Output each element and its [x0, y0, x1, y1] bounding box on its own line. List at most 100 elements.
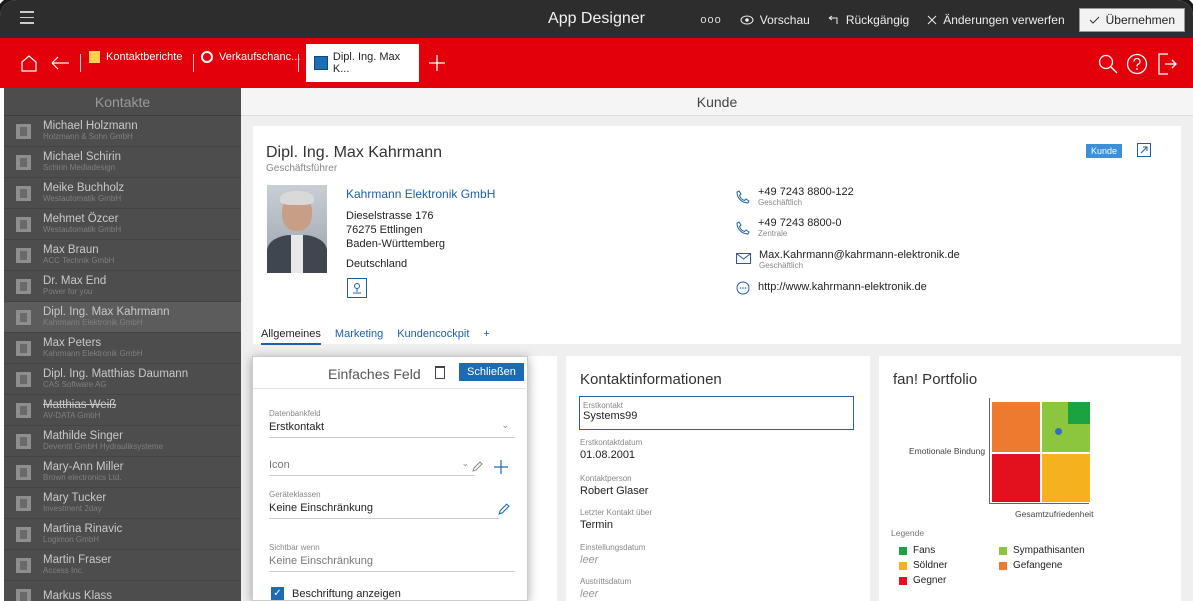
- company-link[interactable]: Kahrmann Elektronik GmbH: [346, 187, 495, 201]
- visible-when-field[interactable]: Sichtbar wenn Keine Einschränkung: [269, 543, 515, 572]
- customer-type-badge[interactable]: Kunde: [1085, 144, 1122, 158]
- discard-button[interactable]: Änderungen verwerfen: [927, 13, 1065, 27]
- contact-name: Dr. Max End: [43, 275, 107, 287]
- tab-kundencockpit[interactable]: Kundencockpit: [397, 328, 469, 345]
- contact-avatar-icon: [16, 123, 31, 139]
- email-address: Max.Kahrmann@kahrmann-elektronik.de: [759, 249, 960, 261]
- preview-button[interactable]: Vorschau: [740, 13, 810, 27]
- back-arrow-icon[interactable]: [50, 56, 70, 70]
- apply-label: Übernehmen: [1105, 13, 1175, 27]
- contact-list-item[interactable]: Meike Buchholz Westautomatik GmbH: [4, 178, 241, 209]
- field-value: Termin: [580, 519, 614, 531]
- tab-active-contact[interactable]: Dipl. Ing. Max K...: [306, 44, 419, 82]
- open-external-icon[interactable]: [1137, 143, 1151, 157]
- breadcrumb-verkaufschance[interactable]: Verkaufschanc...: [201, 51, 300, 63]
- address-city: 76275 Ettlingen: [346, 224, 423, 236]
- contact-name: Martin Fraser: [43, 554, 112, 566]
- add-tab-icon[interactable]: [428, 54, 446, 72]
- email-line[interactable]: Max.Kahrmann@kahrmann-elektronik.de Gesch…: [736, 249, 960, 270]
- legend-label: Gegner: [913, 575, 947, 586]
- address-country: Deutschland: [346, 258, 408, 270]
- titlebar-actions: ooo Vorschau Rückgängig Änderungen verwe…: [682, 8, 1185, 32]
- field-einstellungsdatum[interactable]: Einstellungsdatum leer: [580, 543, 645, 566]
- search-icon[interactable]: [1098, 54, 1118, 74]
- phone-central[interactable]: +49 7243 8800-0 Zentrale: [736, 217, 842, 238]
- checkbox-checked-icon[interactable]: ✓: [271, 587, 284, 600]
- contact-list-item[interactable]: Martin Fraser Access Inc.: [4, 550, 241, 581]
- logout-icon[interactable]: [1157, 53, 1177, 75]
- contact-list-item[interactable]: Mary Tucker Investment 2day: [4, 488, 241, 519]
- contact-list-item[interactable]: Michael Schirin Schirin Mediadesign: [4, 147, 241, 178]
- contact-list-item[interactable]: Mehmet Özcer Westautomatik GmbH: [4, 209, 241, 240]
- device-classes-field[interactable]: Geräteklassen Keine Einschränkung: [269, 490, 499, 519]
- apply-button[interactable]: Übernehmen: [1078, 8, 1185, 32]
- icon-select[interactable]: Icon ⌄: [269, 458, 475, 476]
- address-state: Baden-Württemberg: [346, 238, 446, 250]
- contact-list-item[interactable]: Markus Klass: [4, 581, 241, 601]
- tab-add[interactable]: +: [483, 328, 489, 345]
- contact-list-item[interactable]: Max Peters Kahrmann Elektronik GmbH: [4, 333, 241, 364]
- contact-name: Meike Buchholz: [43, 182, 125, 194]
- show-label-checkbox-row[interactable]: ✓ Beschriftung anzeigen: [271, 587, 401, 600]
- contact-avatar-icon: [16, 495, 31, 511]
- field-erstkontaktdatum[interactable]: Erstkontaktdatum 01.08.2001: [580, 438, 642, 461]
- breadcrumb-kontaktberichte[interactable]: Kontaktberichte: [89, 51, 182, 63]
- contact-list-item[interactable]: Mathilde Singer Deventit GmbH Hydrauliksy…: [4, 426, 241, 457]
- phone-type: Geschäftlich: [758, 198, 803, 207]
- contact-avatar-icon: [16, 340, 31, 356]
- selected-field-erstkontakt[interactable]: Erstkontakt Systems99: [579, 396, 854, 430]
- page-title: Kunde: [241, 88, 1193, 116]
- field-austrittsdatum[interactable]: Austrittsdatum leer: [580, 577, 631, 600]
- phone-business[interactable]: +49 7243 8800-122 Geschäftlich: [736, 186, 854, 207]
- contact-company: ACC Technik GmbH: [43, 256, 115, 265]
- contact-list-item[interactable]: Dipl. Ing. Max Kahrmann Kahrmann Elektron…: [4, 302, 241, 333]
- customer-photo: [267, 185, 327, 273]
- contact-list-item[interactable]: Matthias Weiß AV-DATA GmbH: [4, 395, 241, 426]
- help-icon[interactable]: [1126, 53, 1148, 75]
- home-icon[interactable]: [20, 54, 38, 72]
- contact-avatar-icon: [16, 309, 31, 325]
- legend-label: Sympathisanten: [1013, 545, 1085, 556]
- contact-list-item[interactable]: Dipl. Ing. Matthias Daumann CAS Software …: [4, 364, 241, 395]
- field-kontaktperson[interactable]: Kontaktperson Robert Glaser: [580, 474, 648, 497]
- map-pin-icon[interactable]: [347, 278, 367, 298]
- quadrant-fans: [1068, 402, 1090, 424]
- app-window: App Designer ooo Vorschau Rückgängig Änd…: [0, 0, 1193, 601]
- contact-avatar-icon: [16, 216, 31, 232]
- contact-avatar-icon: [16, 278, 31, 294]
- eye-icon: [740, 15, 754, 25]
- contact-list-item[interactable]: Martina Rinavic Logimon GmbH: [4, 519, 241, 550]
- field-label: Einstellungsdatum: [580, 543, 646, 552]
- field-label: Austrittsdatum: [580, 577, 632, 586]
- trash-icon[interactable]: [435, 366, 445, 379]
- phone-number: +49 7243 8800-0: [758, 217, 842, 229]
- tab-allgemeines[interactable]: Allgemeines: [261, 328, 321, 345]
- more-icon[interactable]: ooo: [700, 14, 721, 26]
- field-editor-popup: Einfaches Feld Schließen Datenbankfeld E…: [252, 356, 529, 601]
- field-letzter-kontakt[interactable]: Letzter Kontakt über Termin: [580, 508, 652, 531]
- undo-label: Rückgängig: [845, 13, 910, 27]
- undo-button[interactable]: Rückgängig: [828, 13, 909, 27]
- contact-company: Kahrmann Elektronik GmbH: [43, 349, 143, 358]
- edit-icon[interactable]: [471, 461, 483, 473]
- checkbox-label: Beschriftung anzeigen: [292, 587, 401, 600]
- contact-name: Markus Klass: [43, 590, 113, 601]
- nav-separator: [193, 54, 194, 72]
- customer-name: Dipl. Ing. Max Kahrmann: [266, 144, 443, 161]
- database-field-select[interactable]: Datenbankfeld Erstkontakt ⌄: [269, 409, 515, 438]
- contact-list-item[interactable]: Mary-Ann Miller Brown electronics Ltd.: [4, 457, 241, 488]
- field-value: Robert Glaser: [580, 485, 649, 497]
- contact-list-item[interactable]: Max Braun ACC Technik GmbH: [4, 240, 241, 271]
- add-icon[interactable]: [493, 459, 509, 475]
- contact-list-item[interactable]: Dr. Max End Power for you: [4, 271, 241, 302]
- contact-avatar-icon: [16, 588, 31, 601]
- pencil-icon[interactable]: [497, 503, 510, 516]
- website-line[interactable]: http://www.kahrmann-elektronik.de: [736, 281, 927, 295]
- contacts-sidebar: Kontakte Michael Holzmann Holzmann & Sohn…: [4, 88, 241, 601]
- tab-marketing[interactable]: Marketing: [335, 328, 383, 345]
- close-button[interactable]: Schließen: [459, 363, 524, 381]
- undo-icon: [828, 15, 838, 24]
- field-value: Keine Einschränkung: [269, 555, 373, 567]
- contact-name: Mary Tucker: [43, 492, 107, 504]
- contact-list-item[interactable]: Michael Holzmann Holzmann & Sohn GmbH: [4, 116, 241, 147]
